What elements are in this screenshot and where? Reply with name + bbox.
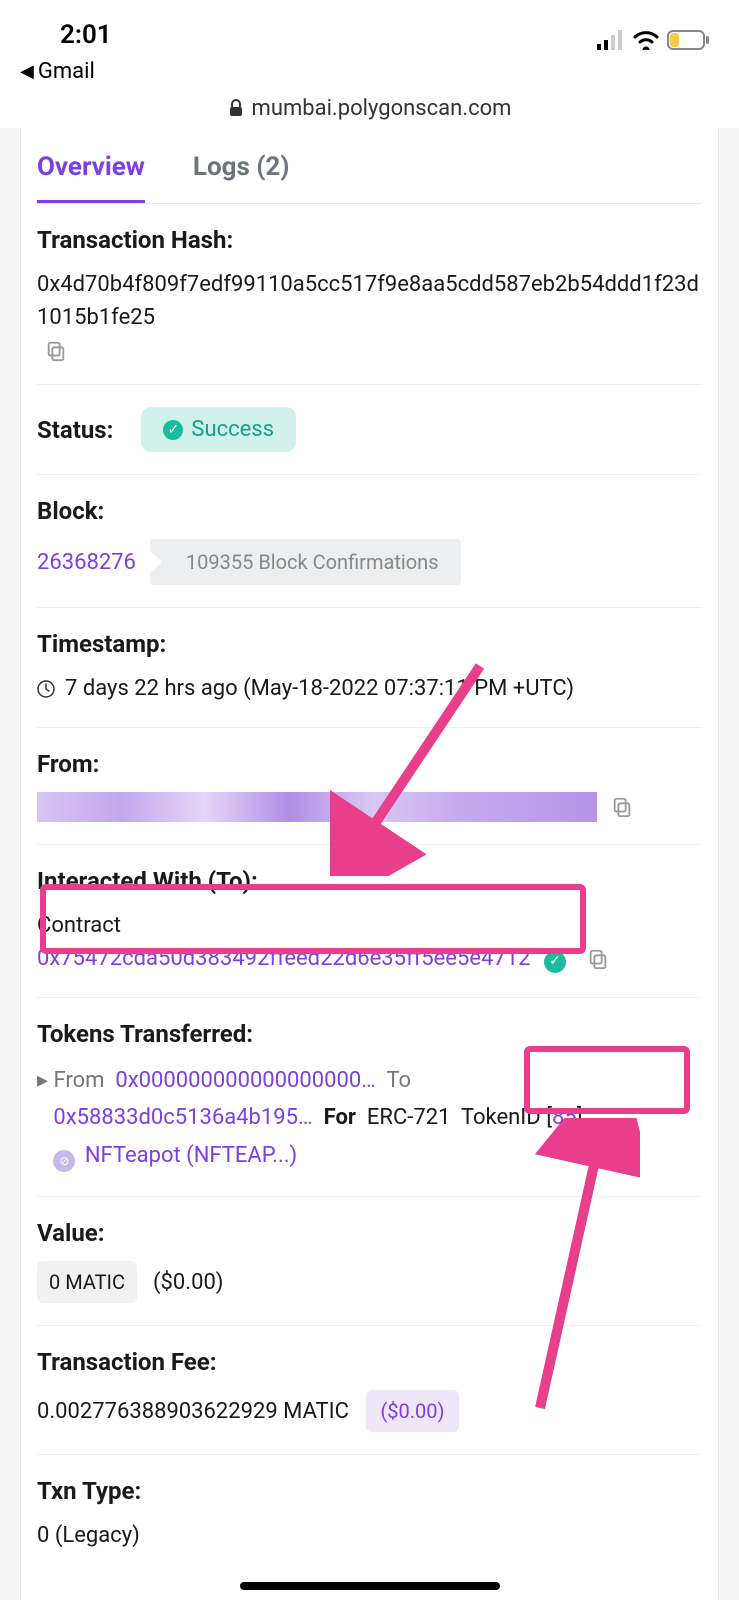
cellular-signal-icon <box>597 30 625 50</box>
transaction-card: Overview Logs (2) Transaction Hash: 0x4d… <box>20 128 719 1600</box>
tt-bracket-close: ] <box>577 1105 583 1130</box>
wifi-icon <box>633 30 659 50</box>
tab-overview[interactable]: Overview <box>37 128 145 203</box>
status-bar: 2:01 <box>0 0 739 54</box>
tokens-label: Tokens Transferred: <box>37 1020 702 1048</box>
address-text: mumbai.polygonscan.com <box>252 96 512 121</box>
txntype-value: 0 (Legacy) <box>37 1519 140 1552</box>
block-label: Block: <box>37 497 702 525</box>
row-block: Block: 26368276 109355 Block Confirmatio… <box>37 475 702 608</box>
row-fee: Transaction Fee: 0.002776388903622929 MA… <box>37 1326 702 1455</box>
interacted-label: Interacted With (To): <box>37 867 702 895</box>
tt-tokenname[interactable]: NFTeapot (NFTEAP...) <box>85 1143 297 1168</box>
row-from: From: <box>37 728 702 845</box>
token-logo-icon: ⊘ <box>53 1150 75 1172</box>
fee-usd: ($0.00) <box>366 1390 458 1432</box>
value-usd: ($0.00) <box>153 1266 223 1299</box>
check-icon: ✓ <box>163 420 183 440</box>
status-value: Success <box>191 417 274 442</box>
tt-tokenid-link[interactable]: 85 <box>552 1105 577 1130</box>
back-app-label: Gmail <box>38 59 95 84</box>
tt-standard: ERC-721 <box>367 1105 451 1130</box>
tt-to-addr[interactable]: 0x58833d0c5136a4b195… <box>53 1105 312 1130</box>
status-badge: ✓ Success <box>141 407 296 452</box>
value-amount: 0 MATIC <box>37 1261 137 1303</box>
battery-icon <box>667 30 709 50</box>
interacted-prefix: Contract <box>37 909 702 942</box>
txhash-label: Transaction Hash: <box>37 226 702 254</box>
copy-icon[interactable] <box>587 948 609 970</box>
tabs: Overview Logs (2) <box>37 128 702 204</box>
tt-from-label: From <box>54 1068 105 1093</box>
home-indicator[interactable] <box>240 1582 500 1590</box>
tt-from-addr[interactable]: 0x000000000000000000… <box>115 1068 376 1093</box>
back-caret-icon: ◀ <box>20 61 34 82</box>
row-tokens: Tokens Transferred: ▸ From 0x00000000000… <box>37 998 702 1197</box>
verified-icon: ✓ <box>544 951 566 973</box>
tab-logs[interactable]: Logs (2) <box>193 128 290 203</box>
copy-icon[interactable] <box>45 340 67 362</box>
row-txhash: Transaction Hash: 0x4d70b4f809f7edf99110… <box>37 204 702 385</box>
txhash-value: 0x4d70b4f809f7edf99110a5cc517f9e8aa5cdd5… <box>37 268 702 334</box>
from-label: From: <box>37 750 702 778</box>
tt-to-label: To <box>386 1068 411 1093</box>
fee-amount: 0.002776388903622929 MATIC <box>37 1395 349 1428</box>
tt-for-label: For <box>324 1105 356 1130</box>
value-label: Value: <box>37 1219 702 1247</box>
fee-label: Transaction Fee: <box>37 1348 702 1376</box>
row-interacted: Interacted With (To): Contract 0x75472cd… <box>37 845 702 998</box>
row-status: Status: ✓ Success <box>37 385 702 475</box>
status-label: Status: <box>37 416 113 444</box>
clock-icon <box>37 680 55 698</box>
lock-icon <box>228 99 244 117</box>
status-icons <box>597 30 709 50</box>
timestamp-value: 7 days 22 hrs ago (May-18-2022 07:37:11 … <box>65 672 574 705</box>
block-number-link[interactable]: 26368276 <box>37 546 136 579</box>
back-to-app[interactable]: ◀ Gmail <box>0 54 739 88</box>
contract-address-link[interactable]: 0x75472cda50d383492ffeed22d6e35ff5ee5e47… <box>37 946 530 971</box>
txntype-label: Txn Type: <box>37 1477 702 1505</box>
row-timestamp: Timestamp: 7 days 22 hrs ago (May-18-202… <box>37 608 702 728</box>
tab-overview-label: Overview <box>37 152 145 182</box>
tab-logs-label: Logs (2) <box>193 152 290 182</box>
copy-icon[interactable] <box>611 796 633 818</box>
block-confirmations: 109355 Block Confirmations <box>150 539 461 585</box>
row-txntype: Txn Type: 0 (Legacy) <box>37 1455 702 1574</box>
caret-icon: ▸ <box>37 1068 54 1093</box>
row-value: Value: 0 MATIC ($0.00) <box>37 1197 702 1326</box>
timestamp-label: Timestamp: <box>37 630 702 658</box>
tt-tokenid-label: TokenID <box>461 1105 541 1130</box>
clock-time: 2:01 <box>60 20 112 50</box>
from-redacted <box>37 792 597 822</box>
browser-address-bar[interactable]: mumbai.polygonscan.com <box>0 88 739 128</box>
